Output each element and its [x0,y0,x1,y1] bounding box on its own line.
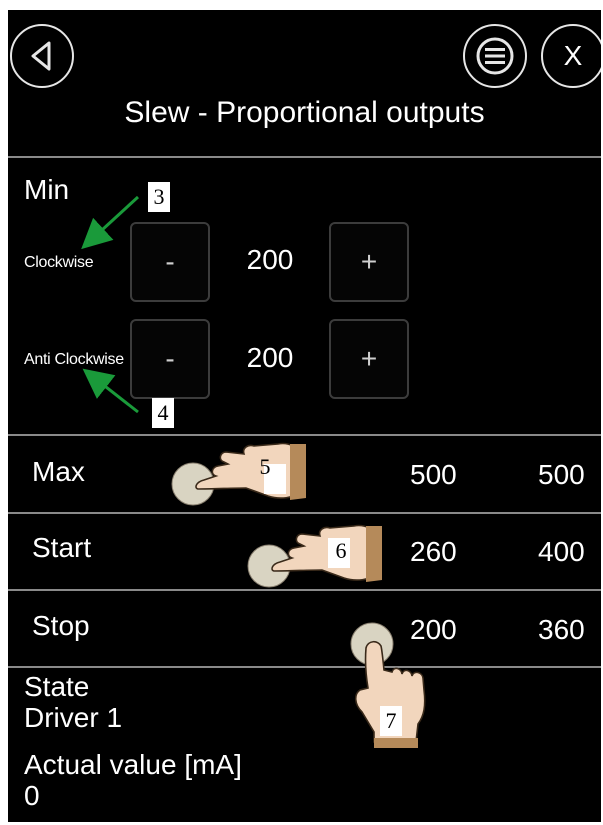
callout-6: 6 [335,538,347,563]
pointing-hand-icon [247,524,382,588]
callout-7: 7 [385,708,397,733]
callout-4: 4 [152,398,174,428]
annotation-arrows [81,195,140,414]
callout-5: 5 [259,454,271,479]
arrow-4-icon [82,368,139,414]
app-screen: X Slew - Proportional outputs Min Clockw… [8,10,601,822]
arrow-3-icon [81,195,140,250]
callout-3: 3 [148,182,170,212]
pointing-hand-icon [171,442,306,506]
